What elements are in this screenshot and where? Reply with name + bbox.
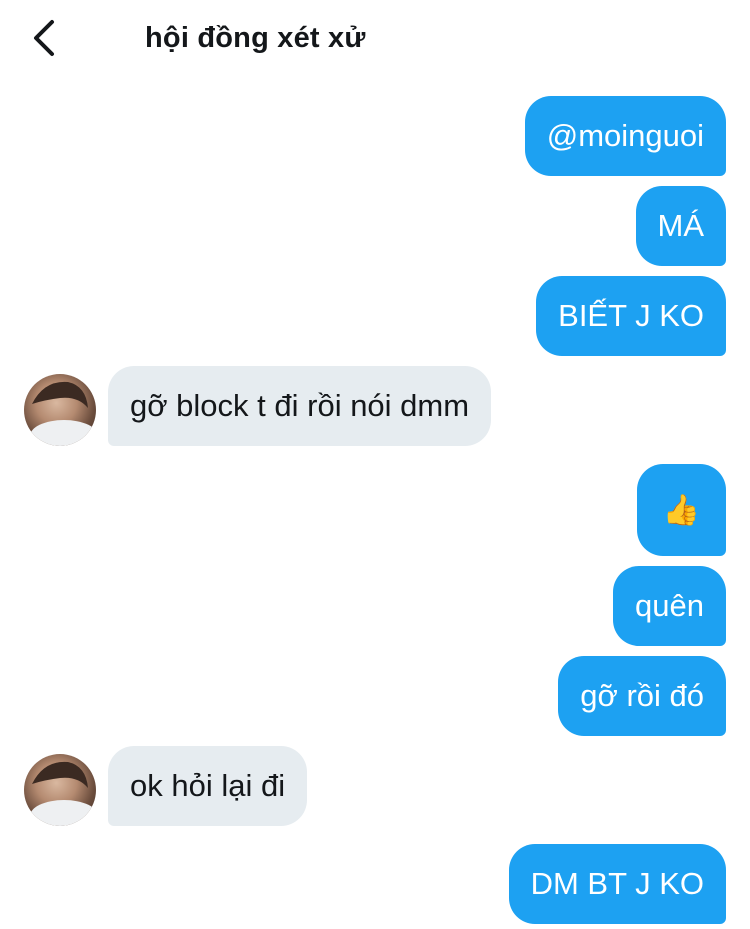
message-bubble: quên — [613, 566, 726, 646]
message-outgoing[interactable]: 👍 — [636, 464, 726, 556]
message-incoming[interactable]: ok hỏi lại đi — [108, 746, 308, 826]
message-bubble: DM BT J KO — [508, 844, 726, 924]
message-bubble: ok hỏi lại đi — [108, 746, 308, 826]
message-outgoing[interactable]: DM BT J KO — [508, 844, 726, 924]
message-bubble: gỡ block t đi rồi nói dmm — [108, 366, 492, 446]
message-outgoing[interactable]: gỡ rồi đó — [558, 656, 726, 736]
message-outgoing[interactable]: MÁ — [635, 186, 726, 266]
chevron-left-icon — [30, 18, 58, 63]
user-avatar[interactable] — [24, 754, 96, 826]
conversation-title[interactable]: hội đồng xét xử — [145, 22, 366, 55]
user-avatar[interactable] — [24, 374, 96, 446]
message-bubble: gỡ rồi đó — [558, 656, 726, 736]
message-bubble: MÁ — [635, 186, 726, 266]
message-outgoing[interactable]: BIẾT J KO — [536, 276, 726, 356]
conversation-header: hội đồng xét xử — [0, 0, 750, 80]
message-outgoing[interactable]: quên — [613, 566, 726, 646]
message-bubble: BIẾT J KO — [536, 276, 726, 356]
message-bubble: 👍 — [636, 464, 726, 556]
message-bubble: @moinguoi — [524, 96, 726, 176]
message-incoming[interactable]: gỡ block t đi rồi nói dmm — [108, 366, 492, 446]
message-outgoing[interactable]: @moinguoi — [524, 96, 726, 176]
back-button[interactable] — [22, 16, 66, 64]
